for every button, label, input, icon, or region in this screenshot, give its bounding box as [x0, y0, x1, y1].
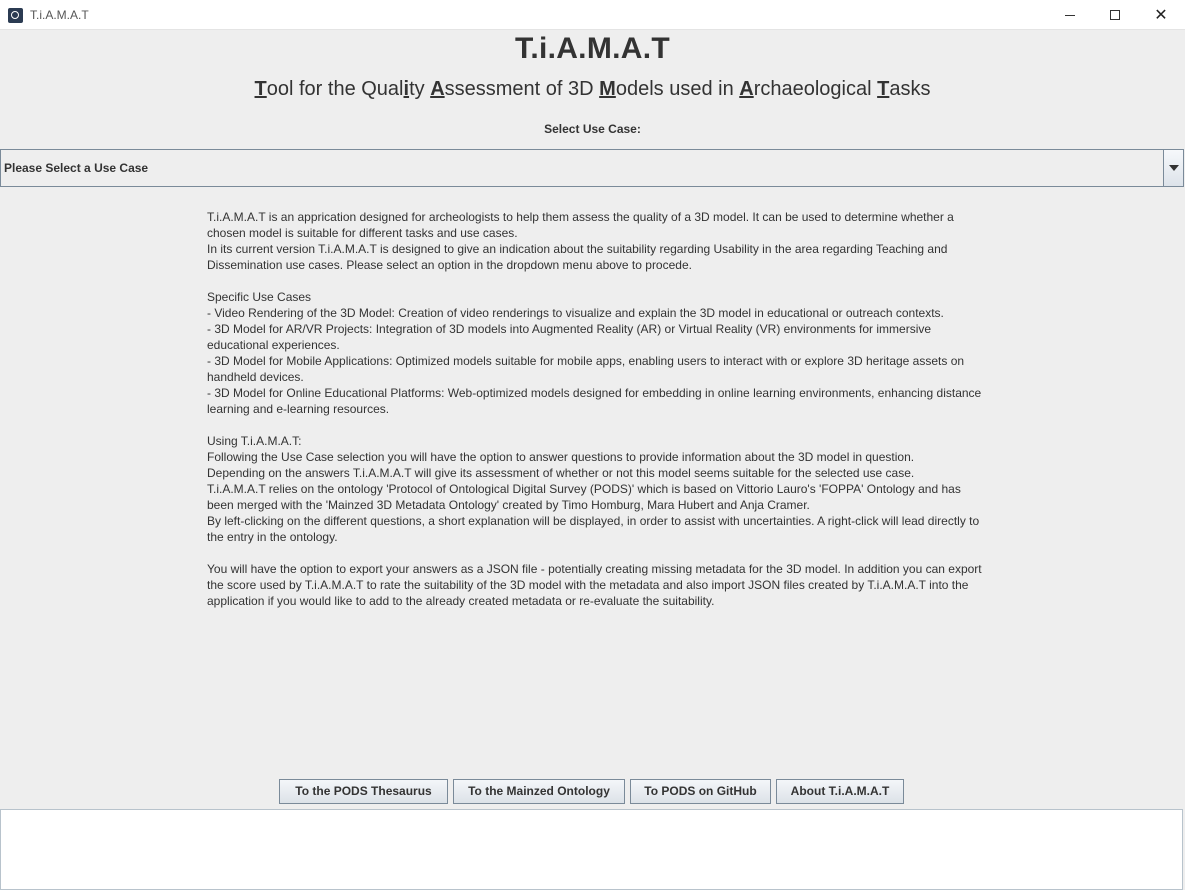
using-item: Depending on the answers T.i.A.M.A.T wil… [207, 466, 915, 480]
maximize-icon [1110, 10, 1120, 20]
window-title: T.i.A.M.A.T [30, 8, 89, 22]
about-button[interactable]: About T.i.A.M.A.T [776, 779, 904, 804]
subtitle-initial: A [430, 78, 445, 100]
window-titlebar: T.i.A.M.A.T ✕ [0, 0, 1185, 30]
using-item: By left-clicking on the different questi… [207, 514, 980, 544]
mainzed-ontology-button[interactable]: To the Mainzed Ontology [453, 779, 625, 804]
subtitle-text: ty [409, 78, 431, 100]
subtitle-text: ool for the Qual [266, 78, 404, 100]
use-case-item: - 3D Model for Online Educational Platfo… [207, 386, 982, 416]
specific-use-cases-heading: Specific Use Cases [207, 290, 312, 304]
select-use-case-label: Select Use Case: [544, 122, 641, 136]
maximize-button[interactable] [1092, 0, 1138, 30]
chevron-down-icon[interactable] [1163, 150, 1183, 186]
subtitle-initial: A [739, 78, 754, 100]
use-case-item: - 3D Model for AR/VR Projects: Integrati… [207, 322, 932, 352]
info-text: T.i.A.M.A.T is an apprication designed f… [207, 209, 982, 609]
close-button[interactable]: ✕ [1138, 0, 1184, 30]
intro-paragraph: T.i.A.M.A.T is an apprication designed f… [207, 210, 954, 240]
minimize-icon [1065, 15, 1075, 16]
pods-github-button[interactable]: To PODS on GitHub [630, 779, 771, 804]
subtitle-text: ssessment of 3D [444, 78, 600, 100]
using-heading: Using T.i.A.M.A.T: [207, 434, 302, 448]
app-icon [8, 8, 23, 23]
app-subtitle: Tool for the Quality Assessment of 3D Mo… [0, 78, 1185, 101]
close-icon: ✕ [1154, 5, 1168, 24]
subtitle-initial: T [254, 78, 267, 100]
subtitle-text: rchaeological [753, 78, 878, 100]
subtitle-initial: T [877, 78, 890, 100]
use-case-item: - Video Rendering of the 3D Model: Creat… [207, 306, 944, 320]
use-case-selected-value: Please Select a Use Case [4, 161, 149, 175]
export-paragraph: You will have the option to export your … [207, 562, 982, 608]
subtitle-initial: M [599, 78, 616, 100]
using-item: T.i.A.M.A.T relies on the ontology 'Prot… [207, 482, 961, 512]
intro-paragraph: In its current version T.i.A.M.A.T is de… [207, 242, 948, 272]
subtitle-text: odels used in [615, 78, 740, 100]
subtitle-text: asks [889, 78, 931, 100]
use-case-dropdown[interactable]: Please Select a Use Case [0, 149, 1184, 187]
pods-thesaurus-button[interactable]: To the PODS Thesaurus [279, 779, 448, 804]
output-text-area[interactable] [0, 809, 1183, 890]
app-title: T.i.A.M.A.T [515, 32, 670, 65]
using-item: Following the Use Case selection you wil… [207, 450, 915, 464]
minimize-button[interactable] [1047, 0, 1093, 30]
use-case-item: - 3D Model for Mobile Applications: Opti… [207, 354, 965, 384]
